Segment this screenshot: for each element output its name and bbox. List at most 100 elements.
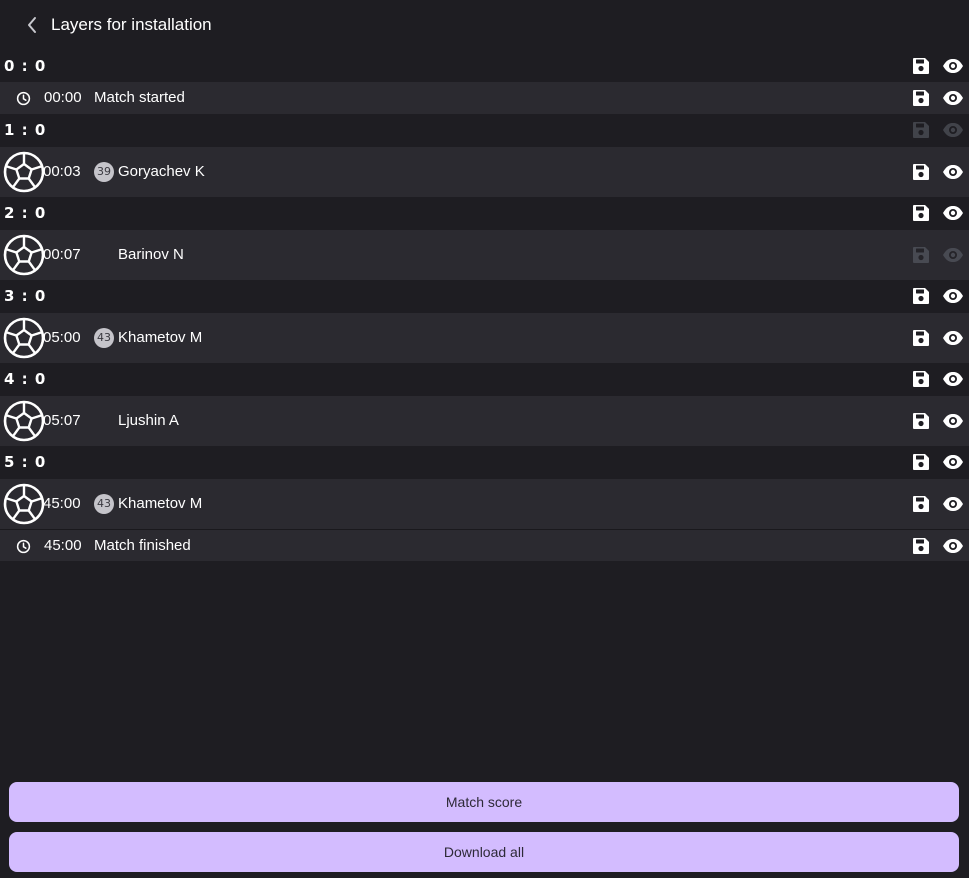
eye-icon [942,248,964,269]
save-button[interactable] [911,494,931,514]
save-button[interactable] [911,56,931,76]
event-text: Match started [94,89,185,106]
eye-icon [942,372,964,393]
score-row: 3 : 0 [0,280,969,312]
goal-row: 45:00 43 Khametov M [0,479,969,529]
eye-icon [942,289,964,310]
save-button[interactable] [911,452,931,472]
visibility-toggle[interactable] [942,452,964,472]
save-icon [911,538,931,560]
score-row: 5 : 0 [0,446,969,478]
visibility-toggle[interactable] [942,88,964,108]
goal-row: 00:03 39 Goryachev K [0,147,969,197]
save-button[interactable] [911,245,931,265]
save-icon [911,288,931,310]
visibility-toggle[interactable] [942,369,964,389]
score-row: 0 : 0 [0,50,969,82]
score-label: 0 : 0 [4,57,47,75]
goal-row: 00:07 Barinov N [0,230,969,280]
back-button[interactable] [20,12,44,38]
visibility-toggle[interactable] [942,328,964,348]
player-number-badge: 43 [94,328,114,348]
player-name: Ljushin A [118,412,179,429]
score-label: 2 : 0 [4,204,47,222]
score-label: 5 : 0 [4,453,47,471]
save-button[interactable] [911,162,931,182]
score-label: 4 : 0 [4,370,47,388]
visibility-toggle[interactable] [942,494,964,514]
eye-icon [942,206,964,227]
eye-icon [942,165,964,186]
player-number-badge: 43 [94,494,114,514]
save-icon [911,454,931,476]
score-label: 1 : 0 [4,121,47,139]
save-button[interactable] [911,328,931,348]
save-button[interactable] [911,120,931,140]
eye-icon [942,539,964,560]
match-score-button[interactable]: Match score [9,782,959,822]
goal-row: 05:07 Ljushin A [0,396,969,446]
eye-icon [942,123,964,144]
score-row: 4 : 0 [0,363,969,395]
clock-icon [16,91,31,106]
visibility-toggle[interactable] [942,56,964,76]
player-name: Khametov M [118,329,203,346]
save-button[interactable] [911,286,931,306]
soccer-ball-icon [3,483,45,525]
save-icon [911,371,931,393]
save-icon [911,496,931,518]
save-button[interactable] [911,88,931,108]
visibility-toggle[interactable] [942,286,964,306]
goal-time: 05:07 [43,412,81,429]
eye-icon [942,455,964,476]
soccer-ball-icon [3,317,45,359]
save-button[interactable] [911,203,931,223]
soccer-ball-icon [3,151,45,193]
score-row: 2 : 0 [0,197,969,229]
chevron-left-icon [28,17,36,33]
visibility-toggle[interactable] [942,411,964,431]
save-icon [911,122,931,144]
goal-time: 45:00 [43,495,81,512]
save-icon [911,330,931,352]
visibility-toggle[interactable] [942,536,964,556]
goal-time: 00:03 [43,163,81,180]
header: Layers for installation [0,0,969,50]
eye-icon [942,497,964,518]
page-title: Layers for installation [51,15,212,34]
event-text: Match finished [94,537,191,554]
visibility-toggle[interactable] [942,162,964,182]
eye-icon [942,59,964,80]
event-row: 45:00 Match finished [0,529,969,561]
save-icon [911,247,931,269]
eye-icon [942,331,964,352]
player-name: Barinov N [118,246,184,263]
visibility-toggle[interactable] [942,203,964,223]
layers-list: 0 : 0 00:00 Match started 1 : 0 00:03 39 Gorya… [0,50,969,561]
clock-icon [16,539,31,554]
goal-row: 05:00 43 Khametov M [0,313,969,363]
visibility-toggle[interactable] [942,120,964,140]
save-icon [911,164,931,186]
player-name: Khametov M [118,495,203,512]
event-time: 45:00 [44,537,82,554]
goal-time: 00:07 [43,246,81,263]
score-row: 1 : 0 [0,114,969,146]
save-button[interactable] [911,411,931,431]
event-time: 00:00 [44,89,82,106]
event-row: 00:00 Match started [0,82,969,114]
save-icon [911,205,931,227]
soccer-ball-icon [3,234,45,276]
save-button[interactable] [911,536,931,556]
save-button[interactable] [911,369,931,389]
save-icon [911,413,931,435]
player-name: Goryachev K [118,163,205,180]
eye-icon [942,91,964,112]
goal-time: 05:00 [43,329,81,346]
download-all-button[interactable]: Download all [9,832,959,872]
score-label: 3 : 0 [4,287,47,305]
player-number-badge: 39 [94,162,114,182]
save-icon [911,58,931,80]
save-icon [911,90,931,112]
visibility-toggle[interactable] [942,245,964,265]
